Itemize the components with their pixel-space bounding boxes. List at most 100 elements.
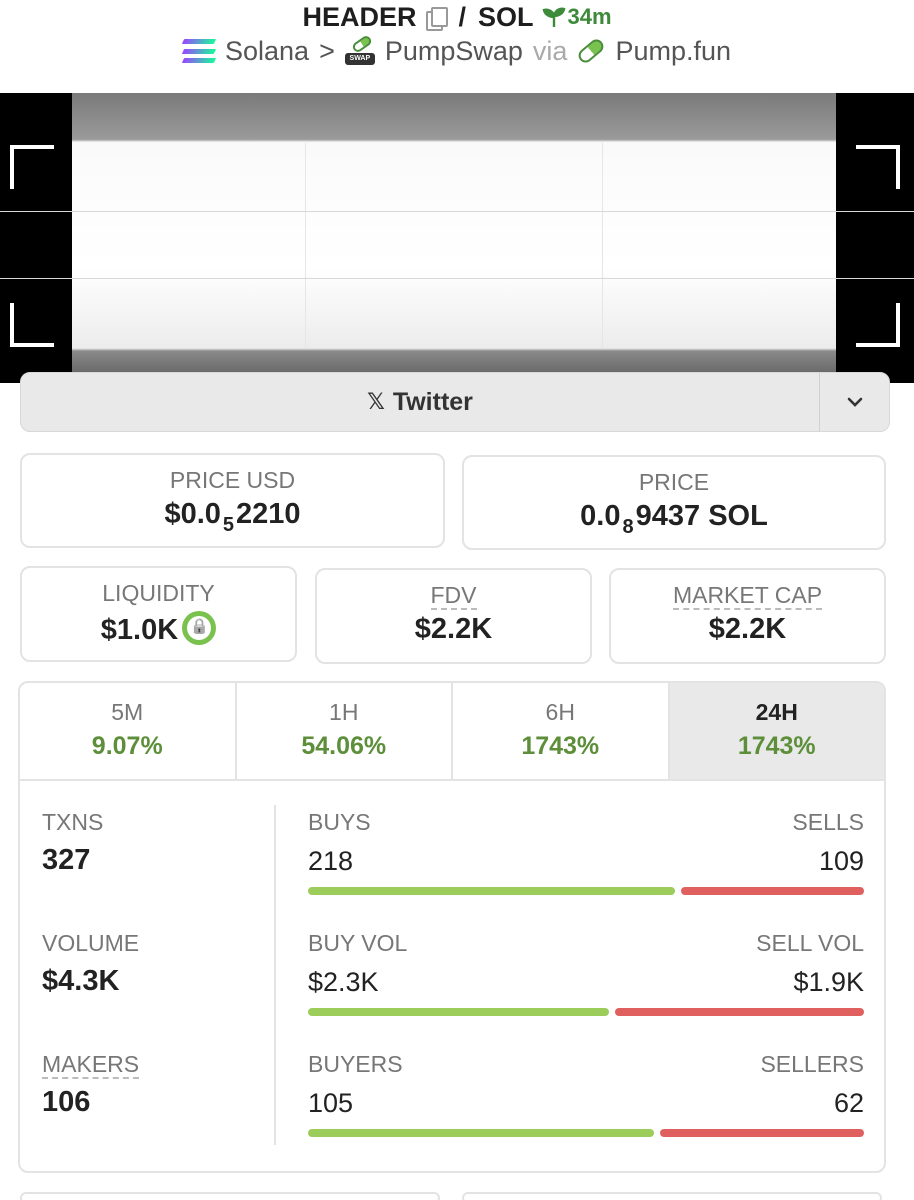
txns-value: 327 (42, 844, 91, 876)
makers-label[interactable]: MAKERS (42, 1051, 140, 1079)
buys-label: BUYS (308, 809, 371, 835)
quote-symbol: SOL (477, 1, 534, 32)
buy-sell-ratio-bar (308, 887, 864, 895)
market-cap-value: $2.2K (708, 613, 787, 645)
volume-stat: VOLUME $4.3K (42, 930, 272, 1051)
buyers-value: 105 (308, 1088, 354, 1118)
fdv-label-wrap: FDV (317, 582, 590, 610)
buyers-ratio-bar (308, 1129, 864, 1137)
token-banner (0, 93, 914, 383)
price-usd-zero-count: 5 (222, 514, 235, 536)
sell-bar (659, 1129, 864, 1137)
banner-gridline (305, 143, 306, 348)
tab-label: 6H (545, 699, 575, 725)
token-name: HEADER (302, 1, 417, 32)
price-native-card: PRICE 0.0 89437 SOL (462, 455, 886, 550)
timeframe-tabs: 5M 9.07% 1H 54.06% 6H 1743% 24H 1743% (20, 683, 884, 781)
tab-label: 1H (329, 699, 359, 725)
corner-bracket-icon (10, 145, 54, 189)
fdv-value: $2.2K (414, 613, 493, 645)
price-native-value: 0.0 89437 SOL (464, 500, 884, 539)
sell-vol-value: $1.9K (793, 967, 864, 997)
price-native-zero-count: 8 (622, 516, 634, 538)
market-cap-label-wrap: MARKET CAP (611, 582, 884, 610)
price-usd-label: PRICE USD (169, 467, 296, 493)
tab-1h[interactable]: 1H 54.06% (237, 683, 453, 779)
pair-age-text: 34m (567, 4, 612, 29)
twitter-button[interactable]: 𝕏 Twitter (21, 373, 819, 431)
totals-column: TXNS 327 VOLUME $4.3K MAKERS 106 (42, 809, 272, 1171)
breadcrumb: Solana > SWAP PumpSwap via Pump.fun (0, 34, 914, 68)
breadcrumb-via: via (532, 35, 568, 66)
txns-label: TXNS (42, 809, 104, 835)
fdv-label[interactable]: FDV (430, 582, 477, 610)
sellers-value: 62 (833, 1088, 864, 1118)
buy-vol-label: BUY VOL (308, 930, 408, 956)
volume-split-row: BUY VOL SELL VOL $2.3K $1.9K (308, 930, 864, 1051)
fdv-card: FDV $2.2K (315, 568, 592, 664)
sell-bar (680, 887, 864, 895)
buys-sells-row: BUYS SELLS 218 109 (308, 809, 864, 930)
corner-bracket-icon (10, 303, 54, 347)
token-title: HEADER / SOL 34m (0, 0, 914, 34)
sells-label: SELLS (792, 809, 864, 835)
breadcrumb-launchpad[interactable]: Pump.fun (615, 36, 731, 67)
buy-bar (308, 1008, 610, 1016)
social-bar: 𝕏 Twitter (20, 372, 890, 432)
makers-stat: MAKERS 106 (42, 1051, 272, 1171)
copy-icon[interactable] (424, 6, 449, 31)
pair-separator: / (458, 1, 466, 32)
liquidity-value: $1.0K (100, 614, 179, 646)
tab-change: 1743% (521, 732, 600, 760)
tab-label: 24H (755, 699, 798, 725)
tab-6h[interactable]: 6H 1743% (453, 683, 670, 779)
corner-bracket-icon (856, 303, 900, 347)
buys-value: 218 (308, 846, 354, 876)
sellers-label: SELLERS (760, 1051, 864, 1077)
banner-gridline (0, 278, 914, 279)
price-usd-value: $0.0 52210 (22, 498, 443, 537)
tab-change: 1743% (737, 732, 816, 760)
stats-body: TXNS 327 VOLUME $4.3K MAKERS 106 BUYS SEL… (20, 781, 884, 1171)
tab-24h[interactable]: 24H 1743% (669, 683, 884, 779)
price-native-prefix: 0.0 (580, 500, 621, 532)
chevron-down-icon (847, 397, 862, 407)
lock-icon[interactable] (182, 611, 217, 645)
pumpswap-icon: SWAP (344, 34, 375, 65)
solana-icon (181, 39, 217, 63)
liquidity-card: LIQUIDITY $1.0K (20, 566, 297, 662)
price-usd-card: PRICE USD $0.0 52210 (20, 453, 445, 548)
volume-ratio-bar (308, 1008, 864, 1016)
volume-value: $4.3K (42, 965, 120, 997)
buy-vol-value: $2.3K (308, 967, 379, 997)
buyers-label: BUYERS (308, 1051, 403, 1077)
market-cap-card: MARKET CAP $2.2K (609, 568, 886, 664)
x-logo-icon: 𝕏 (367, 389, 385, 414)
volume-label: VOLUME (42, 930, 140, 956)
column-divider (274, 805, 276, 1145)
next-card-edge (462, 1192, 882, 1200)
sell-bar (615, 1008, 864, 1016)
makers-label-wrap: MAKERS (42, 1051, 272, 1079)
more-links-button[interactable] (819, 373, 889, 431)
breadcrumb-chain[interactable]: Solana (225, 36, 309, 67)
breadcrumb-dex[interactable]: PumpSwap (385, 36, 523, 67)
buyers-sellers-row: BUYERS SELLERS 105 62 (308, 1051, 864, 1171)
tab-label: 5M (111, 699, 144, 725)
liquidity-label: LIQUIDITY (102, 580, 215, 606)
price-native-digits: 9437 SOL (635, 500, 768, 532)
banner-gridline (0, 211, 914, 212)
corner-bracket-icon (856, 145, 900, 189)
chevron-right-icon: > (319, 35, 335, 66)
market-cap-label[interactable]: MARKET CAP (672, 582, 823, 610)
sell-vol-label: SELL VOL (756, 930, 864, 956)
price-usd-prefix: $0.0 (164, 498, 221, 530)
pair-age: 34m (542, 4, 612, 30)
tab-5m[interactable]: 5M 9.07% (20, 683, 237, 779)
stats-panel: 5M 9.07% 1H 54.06% 6H 1743% 24H 1743% TX… (18, 681, 886, 1173)
banner-gridline (602, 143, 603, 348)
tab-change: 54.06% (301, 732, 387, 760)
buy-bar (308, 1129, 654, 1137)
twitter-label: Twitter (392, 387, 473, 416)
price-usd-digits: 2210 (236, 498, 301, 530)
